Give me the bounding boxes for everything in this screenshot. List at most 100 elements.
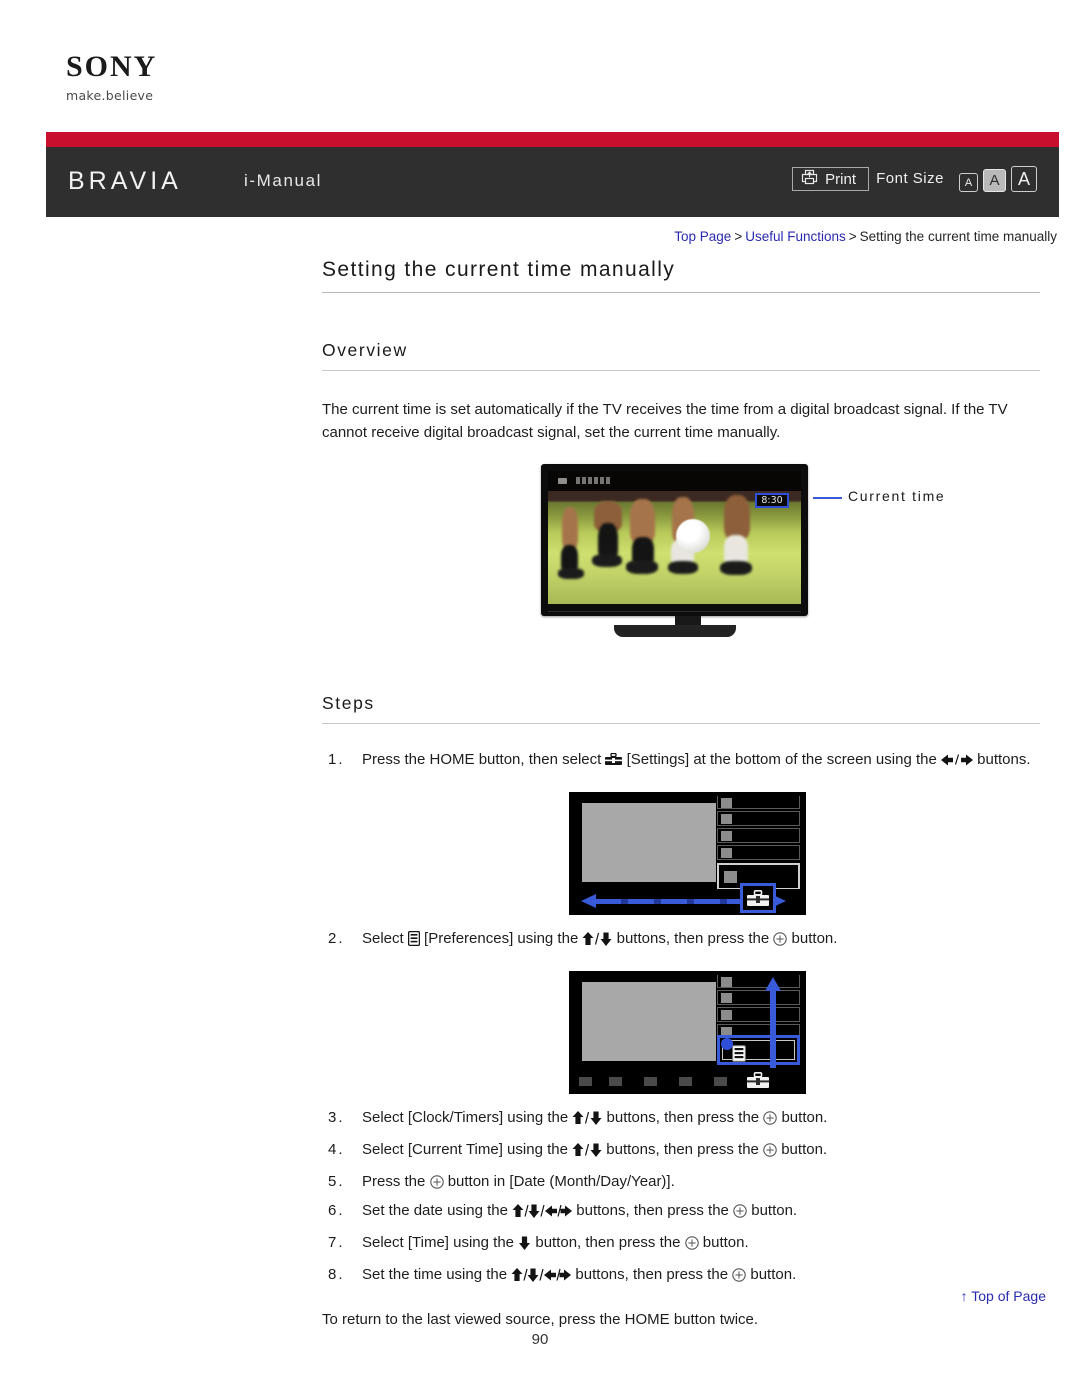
arrow-up-down-icon [572, 1141, 602, 1165]
site-header: BRAVIA i-Manual Print Font Size A A A [46, 147, 1059, 217]
menu-screenshot-home [568, 792, 806, 915]
tv-illustration: 8:30 Current time [322, 464, 1040, 646]
step-text-part: button in [Date (Month/Day/Year)]. [443, 1173, 675, 1190]
preferences-icon [407, 930, 420, 947]
menu-list-item [716, 845, 800, 860]
overview-divider [322, 370, 1040, 371]
closing-note: To return to the last viewed source, pre… [322, 1311, 759, 1328]
menu-preview-panel [581, 982, 716, 1061]
print-button[interactable]: Print [792, 167, 869, 191]
font-size-small-button[interactable]: A [959, 173, 978, 192]
font-size-label: Font Size [876, 170, 944, 187]
step-text-part: Set the date using the [362, 1202, 513, 1219]
overview-paragraph: The current time is set automatically if… [322, 401, 1008, 441]
sony-logo: SONY make.believe [66, 52, 326, 104]
step-text-part: [Preferences] using the [419, 930, 583, 947]
steps-divider [322, 723, 1040, 724]
step-text-part: button, then press the [531, 1234, 685, 1251]
page-title: Setting the current time manually [322, 258, 676, 281]
enter-button-icon [733, 1202, 747, 1218]
bravia-wordmark: BRAVIA [68, 167, 182, 195]
bottom-bar-item [713, 1077, 727, 1086]
bottom-bar-item [643, 1077, 657, 1086]
step-number: 8. [328, 1266, 345, 1283]
tv-stand-base [614, 625, 736, 637]
step-text-part: buttons. [972, 751, 1031, 768]
top-of-page-link[interactable]: ↑ Top of Page [961, 1288, 1046, 1304]
steps-list: 1. Press the HOME button, then select [S… [322, 748, 1040, 1332]
player-shoe [720, 561, 752, 575]
breadcrumb-item-current: Setting the current time manually [859, 229, 1057, 244]
breadcrumb-item-top-page[interactable]: Top Page [674, 229, 731, 244]
step-text-part: Select [Clock/Timers] using the [362, 1109, 573, 1126]
menu-screenshot-preferences [568, 971, 806, 1094]
imanual-label: i-Manual [244, 171, 322, 190]
tv-channel-banner [548, 471, 801, 491]
arrow-up-down-icon [582, 930, 612, 954]
step-text-part: Press the [362, 1173, 430, 1190]
arrow-down-icon [518, 1234, 531, 1258]
step-text-part: buttons, then press the [572, 1202, 734, 1219]
step-number: 6. [328, 1202, 345, 1219]
bottom-bar-item [608, 1077, 622, 1086]
tv-bezel-line [548, 611, 801, 612]
arrow-up-down-icon [572, 1109, 602, 1133]
arrow-up-icon [764, 977, 781, 991]
step-text-part: buttons, then press the [602, 1109, 764, 1126]
menu-item-thumbnail [720, 831, 732, 841]
preferences-highlight-box [716, 1035, 800, 1065]
arrow-left-icon [580, 894, 596, 908]
menu-item-thumbnail [720, 798, 732, 808]
step-item: 6. Set the date using the buttons, then … [322, 1199, 1040, 1226]
step-text-part: button. [747, 1202, 798, 1219]
red-accent-bar [46, 132, 1059, 147]
font-size-large-button[interactable]: A [1011, 166, 1037, 192]
breadcrumb-separator: > [848, 229, 857, 244]
menu-item-list [716, 796, 800, 892]
step-text-part: button. [698, 1234, 749, 1251]
menu-bottom-bar [568, 883, 806, 915]
step-text-part: button. [787, 930, 838, 947]
overview-heading: Overview [322, 340, 408, 360]
page-number: 90 [531, 1331, 549, 1348]
step-item: 5. Press the button in [Date (Month/Day/… [322, 1170, 1040, 1194]
tv-set: 8:30 [541, 464, 808, 616]
callout-leader-line [813, 497, 842, 499]
step-text-part: button. [777, 1141, 828, 1158]
player-leg [724, 495, 750, 539]
breadcrumb-item-useful-functions[interactable]: Useful Functions [745, 229, 846, 244]
font-size-controls: A A A [959, 166, 1037, 192]
enter-button-icon [763, 1141, 777, 1157]
enter-button-icon [732, 1266, 746, 1282]
menu-item-thumbnail [720, 848, 732, 858]
step-item: 3. Select [Clock/Timers] using the butto… [322, 1106, 1040, 1133]
menu-item-thumbnail [723, 871, 737, 883]
step-text-part: Press the HOME button, then select [362, 751, 606, 768]
print-label: Print [825, 170, 856, 188]
settings-highlight-box [739, 883, 776, 913]
step-text-part: Set the time using the [362, 1266, 512, 1283]
arrow-up-icon: ↑ [960, 1288, 968, 1304]
arrow-left-right-icon [940, 751, 973, 775]
menu-list-item [716, 811, 800, 826]
breadcrumb-separator: > [734, 229, 743, 244]
breadcrumb: Top Page > Useful Functions > Setting the cu… [674, 229, 1057, 244]
menu-list-item [716, 796, 800, 809]
step-item: 2. Select [Preferences] using the button… [322, 927, 1040, 1094]
enter-button-icon [763, 1109, 778, 1125]
step-text-part: buttons, then press the [612, 930, 774, 947]
current-time-display: 8:30 [755, 493, 789, 508]
menu-bottom-bar [568, 1068, 806, 1094]
menu-item-thumbnail [720, 977, 732, 987]
step-item: 4. Select [Current Time] using the butto… [322, 1138, 1040, 1165]
sony-tagline: make.believe [66, 88, 154, 103]
step-text-part: button. [746, 1266, 797, 1283]
step-number: 7. [328, 1234, 345, 1251]
title-divider [322, 292, 1040, 293]
step-number: 1. [328, 751, 345, 768]
menu-list-item [716, 975, 800, 988]
font-size-medium-button[interactable]: A [983, 169, 1006, 192]
main-content: Setting the current time manually Overvi… [322, 258, 1040, 1332]
top-of-page-label: Top of Page [971, 1288, 1046, 1304]
arrow-track-line [769, 990, 776, 1077]
